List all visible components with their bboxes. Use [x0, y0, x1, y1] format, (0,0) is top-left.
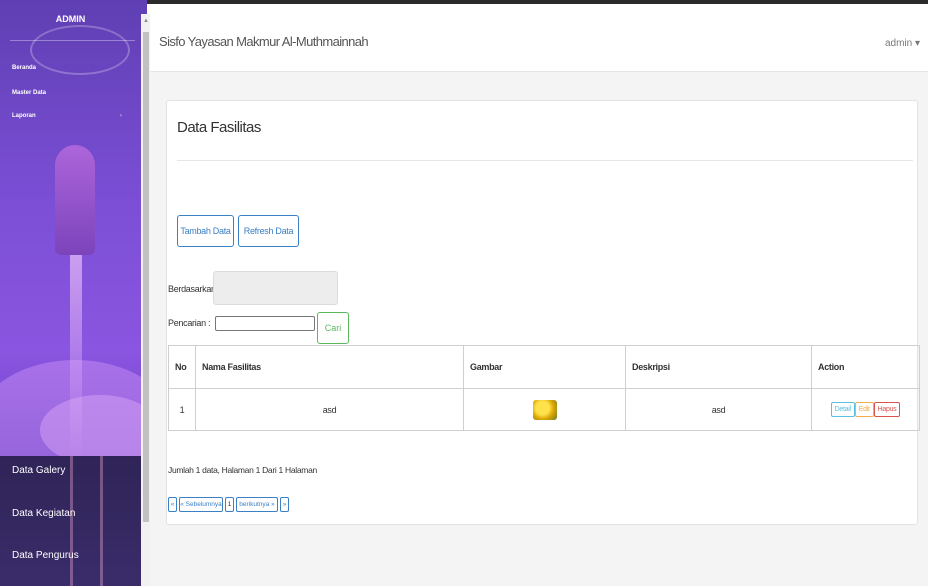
planet-illustration: [30, 25, 130, 75]
page-title: Data Fasilitas: [177, 119, 261, 136]
detail-button[interactable]: Detail: [830, 402, 855, 417]
page-prev-button[interactable]: « Sebelumnya: [179, 497, 223, 512]
search-label: Pencarian :: [168, 318, 211, 328]
chevron-left-icon: ‹: [120, 113, 122, 119]
filter-label: Berdasarkan:: [168, 284, 218, 294]
fasilitas-table: No Nama Fasilitas Gambar Deskripsi Actio…: [168, 345, 920, 431]
cell-action: Detail Edit Hapus: [811, 388, 920, 431]
column-header-gambar: Gambar: [463, 345, 626, 389]
sidebar-divider: [10, 40, 135, 41]
cell-nama: asd: [195, 388, 464, 431]
sidebar-item-beranda[interactable]: Beranda: [12, 65, 36, 71]
scrollbar-thumb[interactable]: [143, 32, 149, 522]
app-title[interactable]: Sisfo Yayasan Makmur Al-Muthmainnah: [159, 34, 369, 49]
edit-button[interactable]: Edit: [854, 402, 874, 417]
sidebar-brand: ADMIN: [55, 14, 86, 24]
tambah-data-button[interactable]: Tambah Data: [177, 215, 234, 247]
sidebar-item-master-data[interactable]: Master Data: [12, 90, 46, 96]
page-last-button[interactable]: »: [280, 497, 289, 512]
pagination-info: Jumlah 1 data, Halaman 1 Dari 1 Halaman: [168, 465, 317, 475]
flower-thumbnail: [532, 399, 557, 420]
light-beam: [100, 456, 103, 586]
sidebar-item-label: Laporan: [12, 113, 36, 119]
search-input[interactable]: [215, 316, 315, 331]
scroll-up-icon[interactable]: ▲: [143, 18, 149, 24]
column-header-action: Action: [811, 345, 920, 389]
top-navbar: Sisfo Yayasan Makmur Al-Muthmainnah admi…: [150, 14, 928, 72]
page-next-button[interactable]: berikutnya »: [236, 497, 278, 512]
sidebar-item-data-pengurus[interactable]: Data Pengurus: [12, 550, 79, 561]
sidebar: ADMIN Beranda Master Data Laporan ‹ Data …: [0, 0, 147, 586]
cell-deskripsi: asd: [625, 388, 812, 431]
page-first-button[interactable]: «: [168, 497, 177, 512]
sidebar-scrollbar[interactable]: ▲: [141, 14, 150, 586]
cell-gambar: [463, 388, 626, 431]
table-header-row: No Nama Fasilitas Gambar Deskripsi Actio…: [168, 345, 920, 389]
table-row: 1 asd asd Detail Edit Hapus: [168, 388, 920, 431]
sidebar-item-data-kegiatan[interactable]: Data Kegiatan: [12, 508, 75, 519]
cell-no: 1: [168, 388, 196, 431]
top-dark-border: [147, 0, 928, 4]
column-header-deskripsi: Deskripsi: [625, 345, 812, 389]
user-menu-dropdown[interactable]: admin ▾: [885, 38, 920, 49]
cari-button[interactable]: Cari: [317, 312, 349, 344]
sidebar-item-laporan[interactable]: Laporan ‹: [12, 113, 122, 119]
light-beam: [70, 456, 73, 586]
filter-select[interactable]: [213, 271, 338, 305]
refresh-data-button[interactable]: Refresh Data: [238, 215, 299, 247]
column-header-no: No: [168, 345, 196, 389]
main-content: Data Fasilitas Tambah Data Refresh Data …: [150, 72, 928, 586]
rocket-illustration: [55, 145, 95, 255]
data-panel: Data Fasilitas Tambah Data Refresh Data …: [166, 100, 920, 525]
sidebar-item-data-galery[interactable]: Data Galery: [12, 465, 65, 476]
page-1-button[interactable]: 1: [225, 497, 234, 512]
heading-divider: [177, 160, 913, 161]
hapus-button[interactable]: Hapus: [873, 402, 901, 417]
column-header-nama: Nama Fasilitas: [195, 345, 464, 389]
